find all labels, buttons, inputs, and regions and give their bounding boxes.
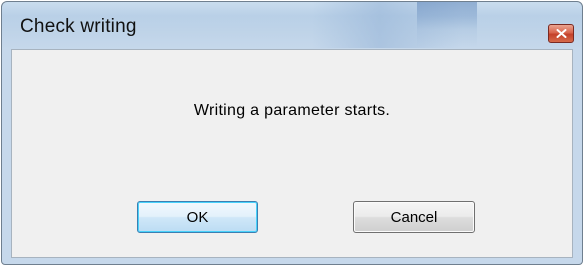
close-button[interactable]	[548, 24, 574, 43]
dialog-title: Check writing	[20, 16, 137, 37]
dialog-window: Check writing Writing a parameter starts…	[1, 1, 583, 265]
titlebar-glass-effect-2	[417, 2, 477, 48]
cancel-button[interactable]: Cancel	[353, 201, 475, 233]
dialog-client-area: Writing a parameter starts. OK Cancel	[11, 49, 573, 258]
titlebar-glass-effect	[312, 2, 462, 48]
ok-button[interactable]: OK	[137, 201, 258, 233]
dialog-message: Writing a parameter starts.	[193, 102, 391, 119]
close-icon	[556, 25, 567, 43]
